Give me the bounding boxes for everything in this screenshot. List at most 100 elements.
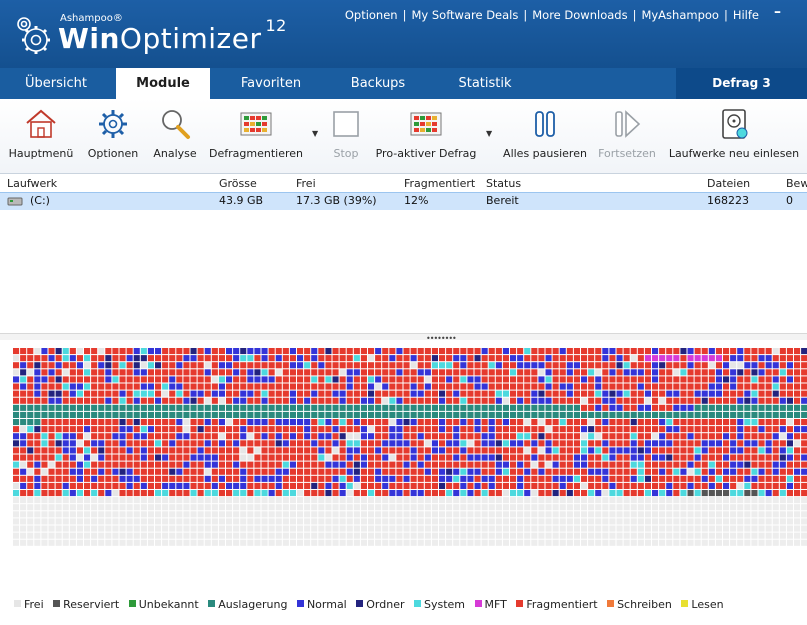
cluster-cell	[481, 404, 488, 411]
cluster-cell	[62, 504, 69, 511]
proactive-dropdown-icon[interactable]: ▼	[486, 129, 492, 138]
cluster-cell	[247, 511, 254, 518]
cluster-cell	[304, 497, 311, 504]
cluster-cell	[524, 440, 531, 447]
cluster-cell	[552, 404, 559, 411]
cluster-cell	[13, 454, 20, 461]
cluster-cell	[282, 475, 289, 482]
tab-defrag[interactable]: Defrag 3	[676, 68, 807, 99]
tab-favorites[interactable]: Favoriten	[218, 68, 324, 99]
cluster-cell	[630, 419, 637, 426]
proactive-defrag-button[interactable]: Pro-aktiver Defrag	[374, 105, 478, 167]
cluster-cell	[431, 511, 438, 518]
analyze-button[interactable]: Analyse	[148, 105, 202, 167]
cluster-cell	[495, 475, 502, 482]
cluster-cell	[382, 383, 389, 390]
cluster-cell	[98, 376, 105, 383]
cluster-cell	[431, 532, 438, 539]
defragment-dropdown-icon[interactable]: ▼	[312, 129, 318, 138]
cluster-cell	[779, 362, 786, 369]
cluster-cell	[708, 461, 715, 468]
tab-modules[interactable]: Module	[116, 68, 210, 99]
link-more-downloads[interactable]: More Downloads	[532, 8, 627, 22]
col-moved[interactable]: Bew	[786, 177, 807, 190]
tab-overview[interactable]: Übersicht	[0, 68, 112, 99]
cluster-cell	[20, 539, 27, 546]
cluster-cell	[680, 468, 687, 475]
cluster-cell	[27, 383, 34, 390]
cluster-cell	[339, 362, 346, 369]
pause-icon	[535, 111, 555, 137]
cluster-cell	[708, 369, 715, 376]
rescan-drives-button[interactable]: Laufwerke neu einlesen	[668, 105, 800, 167]
cluster-cell	[502, 468, 509, 475]
cluster-cell	[524, 376, 531, 383]
cluster-cell	[701, 433, 708, 440]
cluster-cell	[595, 440, 602, 447]
cluster-cell	[13, 504, 20, 511]
cluster-cell	[13, 482, 20, 489]
tab-statistics[interactable]: Statistik	[432, 68, 538, 99]
cluster-cell	[27, 433, 34, 440]
cluster-cell	[20, 447, 27, 454]
col-status[interactable]: Status	[486, 177, 521, 190]
link-software-deals[interactable]: My Software Deals	[411, 8, 518, 22]
cluster-cell	[460, 504, 467, 511]
cluster-cell	[666, 440, 673, 447]
drive-row[interactable]: (C:) 43.9 GB 17.3 GB (39%) 12% Bereit 16…	[0, 192, 807, 211]
cluster-cell	[566, 497, 573, 504]
cluster-cell	[119, 404, 126, 411]
stop-button[interactable]: Stop	[326, 105, 366, 167]
col-free[interactable]: Frei	[296, 177, 316, 190]
cluster-cell	[502, 440, 509, 447]
cluster-cell	[502, 497, 509, 504]
minimize-button[interactable]: –	[774, 4, 781, 20]
cluster-cell	[155, 390, 162, 397]
cluster-cell	[694, 447, 701, 454]
cluster-cell	[460, 362, 467, 369]
cluster-cell	[254, 404, 261, 411]
col-drive[interactable]: Laufwerk	[7, 177, 57, 190]
cluster-cell	[247, 468, 254, 475]
cluster-cell	[353, 355, 360, 362]
cluster-cell	[27, 440, 34, 447]
cluster-cell	[801, 497, 807, 504]
col-size[interactable]: Grösse	[219, 177, 257, 190]
tab-backups[interactable]: Backups	[328, 68, 428, 99]
col-fragmented[interactable]: Fragmentiert	[404, 177, 475, 190]
cluster-cell	[34, 482, 41, 489]
col-files[interactable]: Dateien	[707, 177, 750, 190]
cluster-cell	[701, 440, 708, 447]
cluster-cell	[147, 433, 154, 440]
cluster-cell	[289, 504, 296, 511]
link-help[interactable]: Hilfe	[733, 8, 759, 22]
defragment-button[interactable]: Defragmentieren	[208, 105, 304, 167]
cluster-cell	[559, 490, 566, 497]
cluster-cell	[744, 504, 751, 511]
cluster-cell	[311, 369, 318, 376]
cluster-cell	[602, 369, 609, 376]
cluster-cell	[112, 348, 119, 355]
cluster-cell	[559, 518, 566, 525]
home-button[interactable]: Hauptmenü	[4, 105, 78, 167]
cluster-cell	[424, 369, 431, 376]
link-options[interactable]: Optionen	[345, 8, 398, 22]
cluster-cell	[744, 468, 751, 475]
cluster-cell	[247, 440, 254, 447]
cluster-cell	[566, 468, 573, 475]
cluster-cell	[453, 518, 460, 525]
cluster-cell	[275, 390, 282, 397]
options-button[interactable]: Optionen	[84, 105, 142, 167]
cluster-cell	[758, 376, 765, 383]
cluster-cell	[730, 468, 737, 475]
link-myashampoo[interactable]: MyAshampoo	[641, 8, 719, 22]
cluster-cell	[609, 348, 616, 355]
cluster-cell	[701, 419, 708, 426]
resume-button[interactable]: Fortsetzen	[596, 105, 658, 167]
cluster-cell	[737, 475, 744, 482]
cluster-cell	[360, 355, 367, 362]
pause-all-button[interactable]: Alles pausieren	[502, 105, 588, 167]
cluster-cell	[659, 362, 666, 369]
cluster-cell	[112, 454, 119, 461]
cluster-cell	[417, 497, 424, 504]
